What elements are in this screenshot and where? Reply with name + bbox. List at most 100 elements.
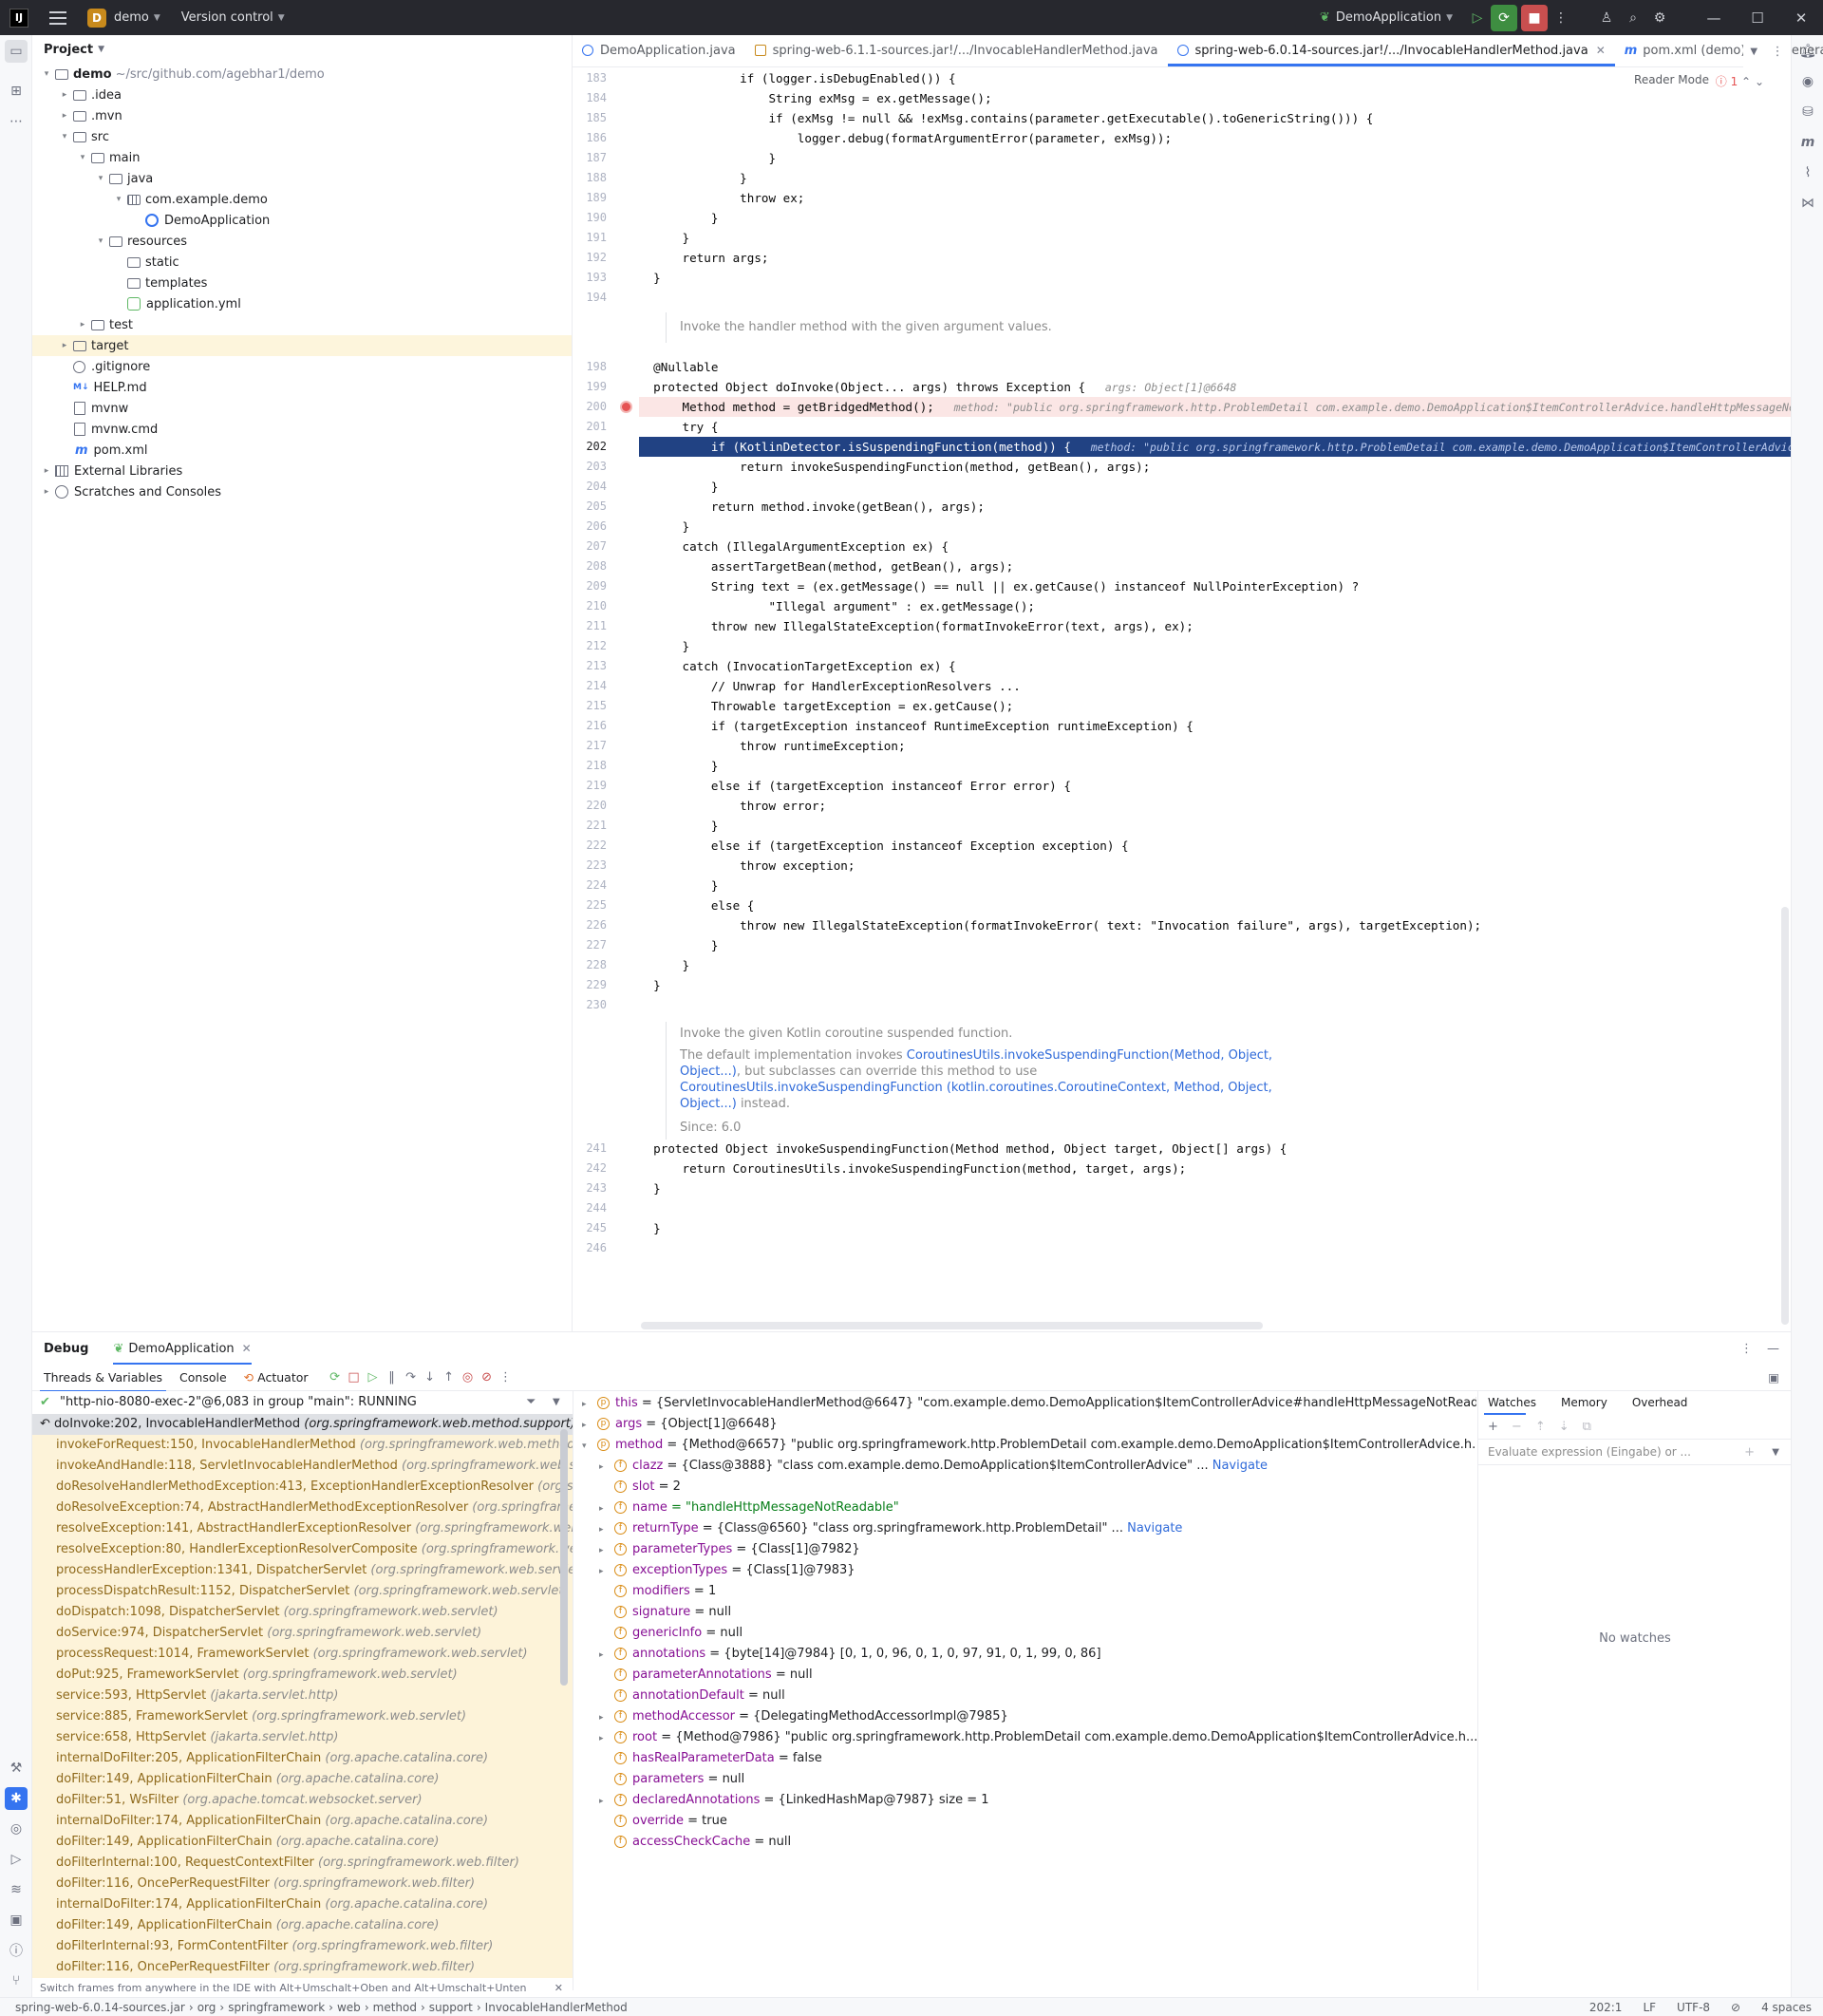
breadcrumb-item[interactable]: support (429, 2001, 473, 2014)
stop-icon[interactable]: □ (345, 1370, 364, 1385)
stop-icon[interactable]: ■ (1521, 4, 1548, 31)
code-line[interactable]: } (639, 955, 689, 975)
mute-breakpoints-icon[interactable]: ⊘ (478, 1370, 497, 1385)
variable-row[interactable]: f genericInfo = null (599, 1623, 1475, 1644)
variable-row[interactable]: f accessCheckCache = null (599, 1832, 1475, 1853)
hide-panel-icon[interactable]: — (1767, 1342, 1779, 1356)
variable-row[interactable]: f override = true (599, 1811, 1475, 1832)
tree-item[interactable]: .gitignore (32, 356, 572, 377)
code-line[interactable]: String exMsg = ex.getMessage(); (639, 88, 991, 108)
git-tool-icon[interactable]: ⑂ (5, 1969, 28, 1992)
tree-item[interactable]: ▾ com.example.demo (32, 189, 572, 210)
chevron-right-icon[interactable]: ▸ (40, 466, 53, 476)
code-line[interactable]: } (639, 935, 719, 955)
stack-frame[interactable]: service:658, HttpServlet (jakarta.servle… (32, 1727, 573, 1748)
maven-icon[interactable]: m (1796, 131, 1819, 154)
variable-row[interactable]: f parameterAnnotations = null (599, 1665, 1475, 1686)
chevron-right-icon[interactable]: ▸ (582, 1394, 597, 1415)
code-line[interactable]: assertTargetBean(method, getBean(), args… (639, 556, 1013, 576)
code-line[interactable]: } (639, 168, 747, 188)
stack-frame[interactable]: invokeAndHandle:118, ServletInvocableHan… (32, 1456, 573, 1477)
rerun-debug-icon[interactable]: ⟳ (1491, 4, 1517, 31)
tree-item[interactable]: mvnw.cmd (32, 419, 572, 440)
rerun-icon[interactable]: ⟳ (326, 1370, 345, 1385)
code-line[interactable] (639, 995, 653, 1015)
more-actions-icon[interactable]: ⋮ (497, 1370, 516, 1385)
tree-item[interactable]: m pom.xml (32, 440, 572, 461)
chevron-right-icon[interactable]: ▸ (599, 1519, 614, 1540)
stack-frame[interactable]: doFilter:149, ApplicationFilterChain (or… (32, 1915, 573, 1936)
layers-tool-icon[interactable]: ≋ (5, 1878, 28, 1901)
code-line[interactable]: if (KotlinDetector.isSuspendingFunction(… (639, 437, 1791, 457)
chevron-right-icon[interactable]: ▸ (599, 1498, 614, 1519)
editor-horizontal-scrollbar[interactable] (641, 1322, 1263, 1329)
stack-frame[interactable]: processRequest:1014, FrameworkServlet (o… (32, 1644, 573, 1665)
code-line[interactable]: } (639, 975, 661, 995)
tree-item[interactable]: ▾ resources (32, 231, 572, 252)
structure-tool-icon[interactable]: ⊞ (5, 80, 28, 103)
code-line[interactable]: } (639, 816, 719, 836)
stack-frame[interactable]: doFilter:149, ApplicationFilterChain (or… (32, 1769, 573, 1790)
tree-item[interactable]: ▸ target (32, 335, 572, 356)
breadcrumb-item[interactable]: springframework (228, 2001, 325, 2014)
pause-icon[interactable]: ‖ (383, 1370, 402, 1385)
build-tool-icon[interactable]: ⚒ (5, 1757, 28, 1780)
code-line[interactable]: throw new IllegalStateException(formatIn… (639, 915, 1481, 935)
tree-item[interactable]: ▸ Scratches and Consoles (32, 481, 572, 502)
breadcrumb-item[interactable]: method (373, 2001, 417, 2014)
chevron-right-icon[interactable]: ▸ (599, 1707, 614, 1728)
stack-frame[interactable]: doFilter:149, ApplicationFilterChain (or… (32, 1832, 573, 1853)
chevron-right-icon[interactable]: ▸ (599, 1645, 614, 1666)
editor-scrollbar[interactable] (1781, 907, 1789, 1325)
tab-overhead[interactable]: Overhead (1632, 1396, 1688, 1409)
variable-row[interactable]: ▸ p this = {ServletInvocableHandlerMethod@… (582, 1393, 1476, 1415)
maximize-window-icon[interactable]: ☐ (1736, 9, 1779, 27)
code-line[interactable]: return method.invoke(getBean(), args); (639, 497, 985, 517)
variable-row[interactable]: f hasRealParameterData = false (599, 1748, 1475, 1769)
code-line[interactable]: } (639, 477, 719, 497)
code-line[interactable]: Throwable targetException = ex.getCause(… (639, 696, 1013, 716)
code-line[interactable]: catch (InvocationTargetException ex) { (639, 656, 955, 676)
chevron-down-icon[interactable]: ▾ (40, 69, 53, 79)
run-config-selector[interactable]: ❦ DemoApplication ▼ (1320, 10, 1453, 25)
tree-item[interactable]: ▸ .mvn (32, 105, 572, 126)
step-into-icon[interactable]: ↓ (421, 1370, 440, 1385)
services-tool-icon[interactable]: ◎ (5, 1818, 28, 1840)
stack-frame[interactable]: resolveException:141, AbstractHandlerExc… (32, 1518, 573, 1539)
variable-row[interactable]: f parameters = null (599, 1769, 1475, 1790)
editor-tab[interactable]: spring-web-6.1.1-sources.jar!/.../Invoca… (745, 34, 1168, 66)
readonly-icon[interactable]: ⊘ (1731, 2001, 1740, 2014)
code-editor[interactable]: if (logger.isDebugEnabled()) { String ex… (639, 68, 1791, 1329)
caret-position[interactable]: 202:1 (1589, 2001, 1623, 2014)
variable-row[interactable]: ▸ f root = {Method@7986} "public org.sprin… (599, 1727, 1476, 1748)
tab-console[interactable]: Console (179, 1365, 227, 1391)
code-line[interactable]: "Illegal argument" : ex.getMessage(); (639, 596, 1035, 616)
variable-row[interactable]: ▾ p method = {Method@6657} "public org.spr… (582, 1435, 1476, 1456)
step-out-icon[interactable]: ↑ (440, 1370, 459, 1385)
chevron-down-icon[interactable]: ▼ (553, 1391, 560, 1414)
chevron-right-icon[interactable]: ▸ (58, 111, 71, 121)
add-to-watches-icon[interactable]: + (1744, 1445, 1755, 1460)
breadcrumb-item[interactable]: org (197, 2001, 216, 2014)
tree-item[interactable]: ▾ demo ~/src/github.com/agebhar1/demo (32, 64, 572, 85)
stack-frame[interactable]: invokeForRequest:150, InvocableHandlerMe… (32, 1435, 573, 1456)
evaluate-field[interactable]: Evaluate expression (Eingabe) or ... + ▼ (1478, 1439, 1791, 1465)
variable-link[interactable]: Navigate (1209, 1459, 1268, 1473)
tree-item[interactable]: M↓ HELP.md (32, 377, 572, 398)
frames-scrollbar[interactable] (560, 1429, 568, 1686)
breadcrumb-item[interactable]: spring-web-6.0.14-sources.jar (15, 2001, 185, 2014)
stack-frame[interactable]: doFilter:51, WsFilter (org.apache.tomcat… (32, 1790, 573, 1811)
stack-frame[interactable]: processDispatchResult:1152, DispatcherSe… (32, 1581, 573, 1602)
tab-watches[interactable]: Watches (1488, 1391, 1536, 1414)
chevron-down-icon[interactable]: ▾ (112, 195, 125, 204)
code-line[interactable]: else if (targetException instanceof Erro… (639, 776, 1071, 796)
stack-frame[interactable]: resolveException:80, HandlerExceptionRes… (32, 1539, 573, 1560)
chevron-right-icon[interactable]: ▸ (599, 1561, 614, 1582)
code-line[interactable]: protected Object doInvoke(Object... args… (639, 377, 1236, 397)
terminal-tool-icon[interactable]: ▣ (5, 1909, 28, 1931)
code-line[interactable]: return CoroutinesUtils.invokeSuspendingF… (639, 1159, 1186, 1178)
chevron-down-icon[interactable]: ▼ (1772, 1447, 1779, 1458)
code-line[interactable]: if (targetException instanceof RuntimeEx… (639, 716, 1193, 736)
code-line[interactable]: protected Object invokeSuspendingFunctio… (639, 1139, 1287, 1159)
code-line[interactable] (639, 1198, 653, 1218)
